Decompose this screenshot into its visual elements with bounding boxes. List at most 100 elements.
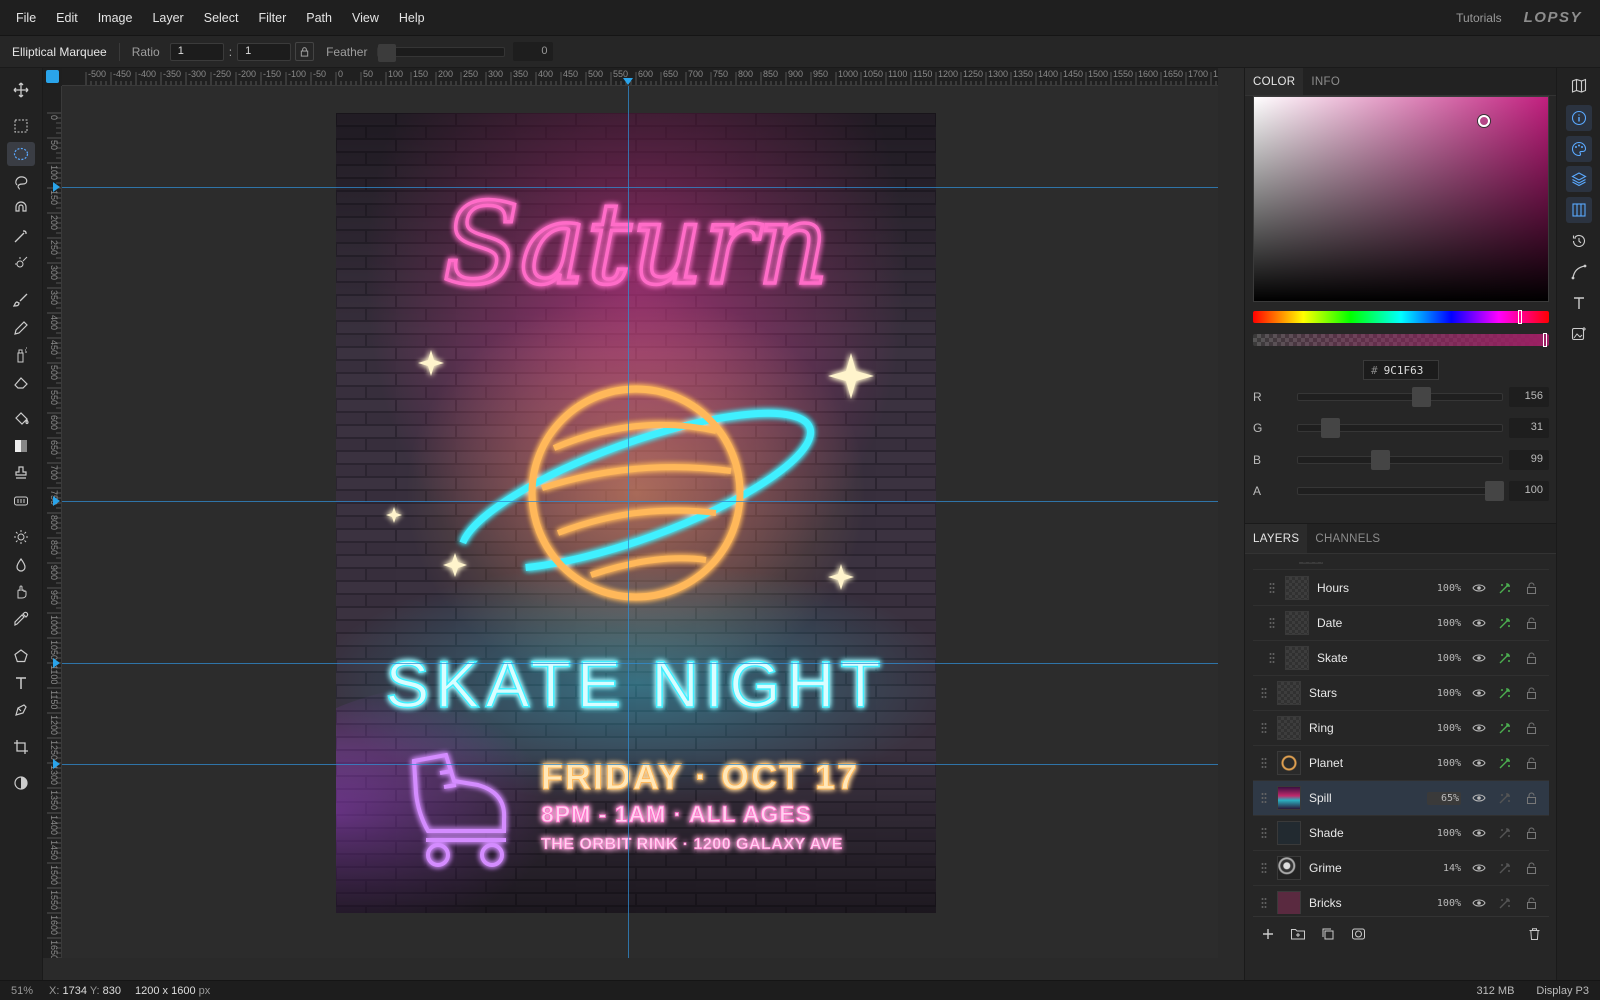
tab-color[interactable]: COLOR <box>1245 68 1304 95</box>
vertical-ruler[interactable]: 0 50 100 150 200 250 300 350 400 450 500 550 600 650 7… <box>43 86 62 958</box>
layer-lock-toggle[interactable] <box>1523 615 1539 631</box>
layer-row-stars[interactable]: Stars 100% <box>1253 676 1549 711</box>
layer-effects-toggle[interactable] <box>1497 790 1513 806</box>
layer-lock-toggle[interactable] <box>1523 860 1539 876</box>
drag-handle-icon[interactable] <box>1259 687 1269 699</box>
color-profile[interactable]: Display P3 <box>1536 985 1589 997</box>
drag-handle-icon[interactable] <box>1259 792 1269 804</box>
layers-list[interactable]: Hours 100% Date 100% Skate 100% Stars 100% Ring 1… <box>1253 562 1549 914</box>
layer-name[interactable]: Hours <box>1317 581 1427 595</box>
layer-name[interactable]: Ring <box>1309 721 1427 735</box>
layer-lock-toggle[interactable] <box>1523 825 1539 841</box>
channel-value-input[interactable]: 100 <box>1509 481 1549 501</box>
layer-opacity[interactable]: 100% <box>1427 898 1461 909</box>
new-group-button[interactable] <box>1283 920 1313 948</box>
visibility-toggle[interactable] <box>1471 720 1487 736</box>
feather-slider[interactable] <box>377 43 506 62</box>
layer-effects-toggle[interactable] <box>1497 615 1513 631</box>
tool-smudge[interactable] <box>7 580 35 604</box>
visibility-toggle[interactable] <box>1471 895 1487 911</box>
layer-name[interactable]: Shade <box>1309 826 1427 840</box>
layer-effects-toggle[interactable] <box>1497 580 1513 596</box>
layer-effects-toggle[interactable] <box>1497 825 1513 841</box>
layer-effects-toggle[interactable] <box>1497 860 1513 876</box>
tool-contrast[interactable] <box>7 771 35 795</box>
tool-healing[interactable] <box>7 489 35 513</box>
channel-slider-knob[interactable] <box>1485 481 1504 501</box>
tool-stamp[interactable] <box>7 461 35 485</box>
panel-button-columns[interactable] <box>1566 197 1592 223</box>
visibility-toggle[interactable] <box>1471 615 1487 631</box>
panel-button-layers[interactable] <box>1566 166 1592 192</box>
hex-input[interactable]: #9C1F63 <box>1363 360 1439 380</box>
layer-row-group[interactable] <box>1253 562 1549 570</box>
tool-pen[interactable] <box>7 698 35 722</box>
ruler-origin[interactable] <box>43 68 62 86</box>
tool-eyedropper[interactable] <box>7 607 35 631</box>
horizontal-guide[interactable] <box>62 187 1218 188</box>
layer-name[interactable]: Skate <box>1317 651 1427 665</box>
layer-opacity[interactable]: 65% <box>1427 791 1461 805</box>
layer-row-ring[interactable]: Ring 100% <box>1253 711 1549 746</box>
horizontal-guide[interactable] <box>62 663 1218 664</box>
saturation-value-field[interactable] <box>1253 96 1549 302</box>
channel-slider-knob[interactable] <box>1412 387 1431 407</box>
layer-row-spill[interactable]: Spill 65% <box>1253 781 1549 816</box>
duplicate-layer-button[interactable] <box>1313 920 1343 948</box>
layer-opacity[interactable]: 100% <box>1427 583 1461 594</box>
channel-slider[interactable] <box>1297 481 1504 501</box>
layer-row-shade[interactable]: Shade 100% <box>1253 816 1549 851</box>
tool-crop[interactable] <box>7 735 35 759</box>
document-canvas[interactable]: Saturn SKATE NIGHT FRIDAY · OCT 17 8PM -… <box>336 113 936 913</box>
tool-pencil[interactable] <box>7 316 35 340</box>
layer-row-date[interactable]: Date 100% <box>1253 606 1549 641</box>
ratio-height-input[interactable]: 1 <box>237 42 292 61</box>
tool-polygon[interactable] <box>7 644 35 668</box>
tab-layers[interactable]: LAYERS <box>1245 524 1308 553</box>
layer-mask-button[interactable] <box>1343 920 1373 948</box>
panel-button-curve[interactable] <box>1566 259 1592 285</box>
layer-row-bricks[interactable]: Bricks 100% <box>1253 886 1549 914</box>
menu-edit[interactable]: Edit <box>46 0 88 36</box>
tool-brush[interactable] <box>7 288 35 312</box>
channel-slider-knob[interactable] <box>1371 450 1390 470</box>
tool-move[interactable] <box>7 78 35 102</box>
layer-name[interactable]: Stars <box>1309 686 1427 700</box>
tool-blur[interactable] <box>7 553 35 577</box>
visibility-toggle[interactable] <box>1471 755 1487 771</box>
horizontal-guide[interactable] <box>62 501 1218 502</box>
menu-help[interactable]: Help <box>389 0 435 36</box>
horizontal-ruler[interactable]: -500 -450 -400 -350 -300 -250 -200 -150 -100 -50 0… <box>62 68 1218 86</box>
layer-name[interactable]: Date <box>1317 616 1427 630</box>
vertical-guide[interactable] <box>628 86 629 958</box>
tool-spray[interactable] <box>7 343 35 367</box>
hue-slider-marker[interactable] <box>1518 310 1522 324</box>
tool-quick-select[interactable] <box>7 251 35 275</box>
tool-text[interactable] <box>7 671 35 695</box>
layer-name[interactable]: Planet <box>1309 756 1427 770</box>
layer-effects-toggle[interactable] <box>1497 895 1513 911</box>
layer-lock-toggle[interactable] <box>1523 720 1539 736</box>
drag-handle-icon[interactable] <box>1267 652 1277 664</box>
channel-value-input[interactable]: 156 <box>1509 387 1549 407</box>
layer-effects-toggle[interactable] <box>1497 720 1513 736</box>
tool-gradient[interactable] <box>7 434 35 458</box>
menu-layer[interactable]: Layer <box>142 0 193 36</box>
menu-view[interactable]: View <box>342 0 389 36</box>
color-picker-cursor[interactable] <box>1478 115 1490 127</box>
tool-magic-wand[interactable] <box>7 224 35 248</box>
layer-lock-toggle[interactable] <box>1523 755 1539 771</box>
delete-layer-button[interactable] <box>1519 920 1549 948</box>
hue-slider[interactable] <box>1253 310 1549 324</box>
tool-ellipse-marquee[interactable] <box>7 142 35 166</box>
layer-row-planet[interactable]: Planet 100% <box>1253 746 1549 781</box>
tab-channels[interactable]: CHANNELS <box>1307 524 1388 553</box>
alpha-slider-marker[interactable] <box>1543 333 1547 347</box>
tool-dodge[interactable] <box>7 525 35 549</box>
drag-handle-icon[interactable] <box>1259 827 1269 839</box>
new-layer-button[interactable] <box>1253 920 1283 948</box>
layer-opacity[interactable]: 100% <box>1427 618 1461 629</box>
panel-button-info[interactable] <box>1566 105 1592 131</box>
canvas-viewport[interactable]: Saturn SKATE NIGHT FRIDAY · OCT 17 8PM -… <box>62 86 1218 958</box>
panel-button-palette[interactable] <box>1566 136 1592 162</box>
